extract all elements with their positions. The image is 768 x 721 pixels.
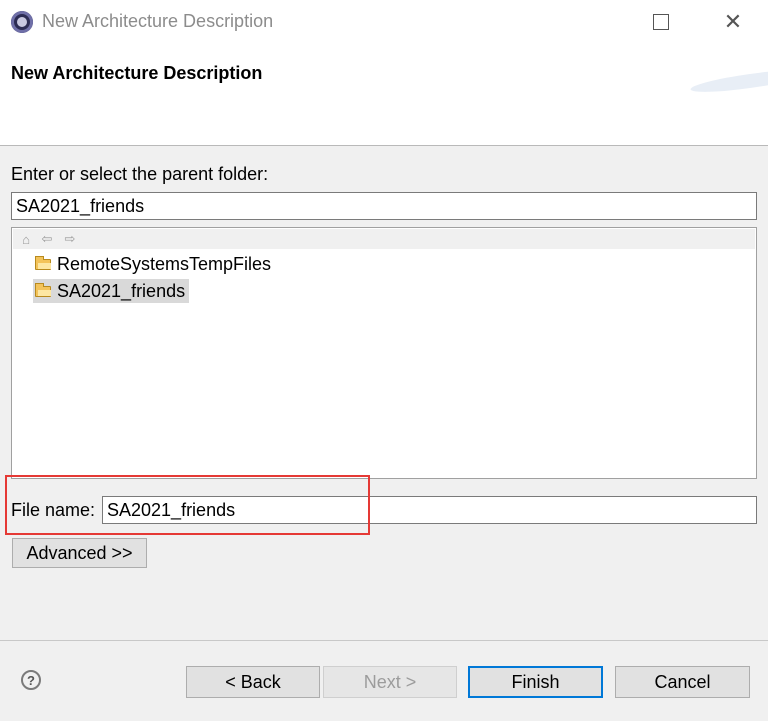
back-arrow-icon[interactable]: ⇦ — [39, 231, 55, 247]
close-icon: ✕ — [723, 9, 743, 34]
highlight-annotation — [5, 475, 370, 535]
parent-folder-input[interactable]: SA2021_friends — [11, 192, 757, 220]
tree-toolbar: ⌂ ⇦ ⇨ — [13, 229, 755, 249]
folder-icon — [35, 282, 51, 297]
maximize-button[interactable] — [638, 6, 684, 38]
footer-separator — [0, 640, 768, 641]
next-button[interactable]: Next > — [323, 666, 457, 698]
wizard-banner: New Architecture Description — [0, 44, 768, 146]
banner-decoration — [689, 65, 768, 97]
home-icon[interactable]: ⌂ — [18, 231, 34, 247]
folder-icon — [35, 255, 51, 270]
window-title: New Architecture Description — [42, 11, 274, 31]
cancel-button[interactable]: Cancel — [615, 666, 750, 698]
maximize-icon — [653, 14, 669, 30]
wizard-title: New Architecture Description — [11, 63, 263, 83]
tree-item-remotesystemstempfiles[interactable]: RemoteSystemsTempFiles — [33, 252, 275, 276]
forward-arrow-icon[interactable]: ⇨ — [62, 231, 78, 247]
back-button[interactable]: < Back — [186, 666, 320, 698]
app-icon — [11, 11, 33, 33]
title-bar: New Architecture Description ✕ — [0, 0, 768, 44]
tree-item-label: SA2021_friends — [57, 280, 186, 301]
tree-item-sa2021-friends[interactable]: SA2021_friends — [33, 279, 190, 303]
help-icon[interactable]: ? — [21, 670, 41, 690]
folder-tree[interactable]: ⌂ ⇦ ⇨ RemoteSystemsTempFiles SA2021_frie… — [11, 227, 757, 479]
tree-item-label: RemoteSystemsTempFiles — [57, 253, 272, 274]
advanced-button[interactable]: Advanced >> — [12, 538, 147, 568]
finish-button[interactable]: Finish — [468, 666, 603, 698]
parent-folder-label: Enter or select the parent folder: — [11, 164, 269, 184]
close-button[interactable]: ✕ — [710, 6, 756, 38]
